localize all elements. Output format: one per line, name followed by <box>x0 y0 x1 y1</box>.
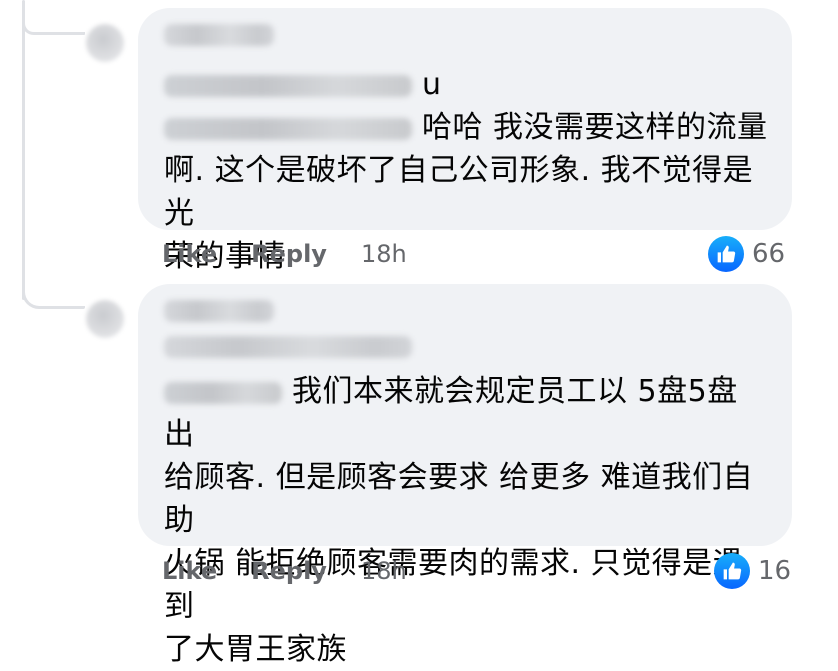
avatar[interactable] <box>86 300 124 338</box>
comment-timestamp[interactable]: 18h <box>361 557 407 585</box>
reaction-count: 66 <box>752 239 786 269</box>
redacted-text <box>164 336 412 358</box>
redacted-text <box>164 381 282 404</box>
comment-bubble: u 哈哈 我没需要这样的流量 啊. 这个是破坏了自己公司形象. 我不觉得是光 荣… <box>138 8 792 274</box>
thumbs-up-icon <box>714 553 750 589</box>
comment-line-1: u <box>164 63 768 106</box>
reply-button[interactable]: Reply <box>251 240 327 268</box>
comment-line-3: 啊. 这个是破坏了自己公司形象. 我不觉得是光 <box>164 153 754 231</box>
thumbs-up-icon <box>708 236 744 272</box>
comment-line-2: 给顾客. 但是顾客会要求 给更多 难道我们自助 <box>164 460 754 538</box>
like-button[interactable]: Like <box>162 557 217 585</box>
author-name-redacted[interactable] <box>164 300 274 322</box>
comment-line-1: 我们本来就会规定员工以 5盘5盘 出 <box>164 374 738 452</box>
reaction-summary[interactable]: 16 <box>714 553 791 589</box>
comment-line-3: 火锅 能拒绝顾客需要肉的需求. 只觉得是遇到 <box>164 546 744 624</box>
thread-line-vertical <box>22 0 25 300</box>
redacted-text <box>164 74 412 97</box>
thread-line-elbow-2 <box>22 290 85 309</box>
reaction-count: 16 <box>758 556 792 586</box>
comment-actions: Like Reply 18h <box>162 557 407 585</box>
comment-bubble: 我们本来就会规定员工以 5盘5盘 出 给顾客. 但是顾客会要求 给更多 难道我们… <box>138 284 792 667</box>
comment-line-2: 哈哈 我没需要这样的流量 <box>164 106 768 149</box>
like-button[interactable]: Like <box>162 240 217 268</box>
reaction-summary[interactable]: 66 <box>708 236 785 272</box>
comment-actions: Like Reply 18h <box>162 240 407 268</box>
redacted-text <box>164 117 412 140</box>
thread-line-elbow-1 <box>22 22 85 35</box>
comment-text: 我们本来就会规定员工以 5盘5盘 出 给顾客. 但是顾客会要求 给更多 难道我们… <box>164 370 768 671</box>
reply-button[interactable]: Reply <box>251 557 327 585</box>
avatar[interactable] <box>86 24 124 62</box>
author-name-redacted[interactable] <box>164 24 274 46</box>
comment-timestamp[interactable]: 18h <box>361 240 407 268</box>
comment-line-4: 了大胃王家族 <box>164 632 347 667</box>
